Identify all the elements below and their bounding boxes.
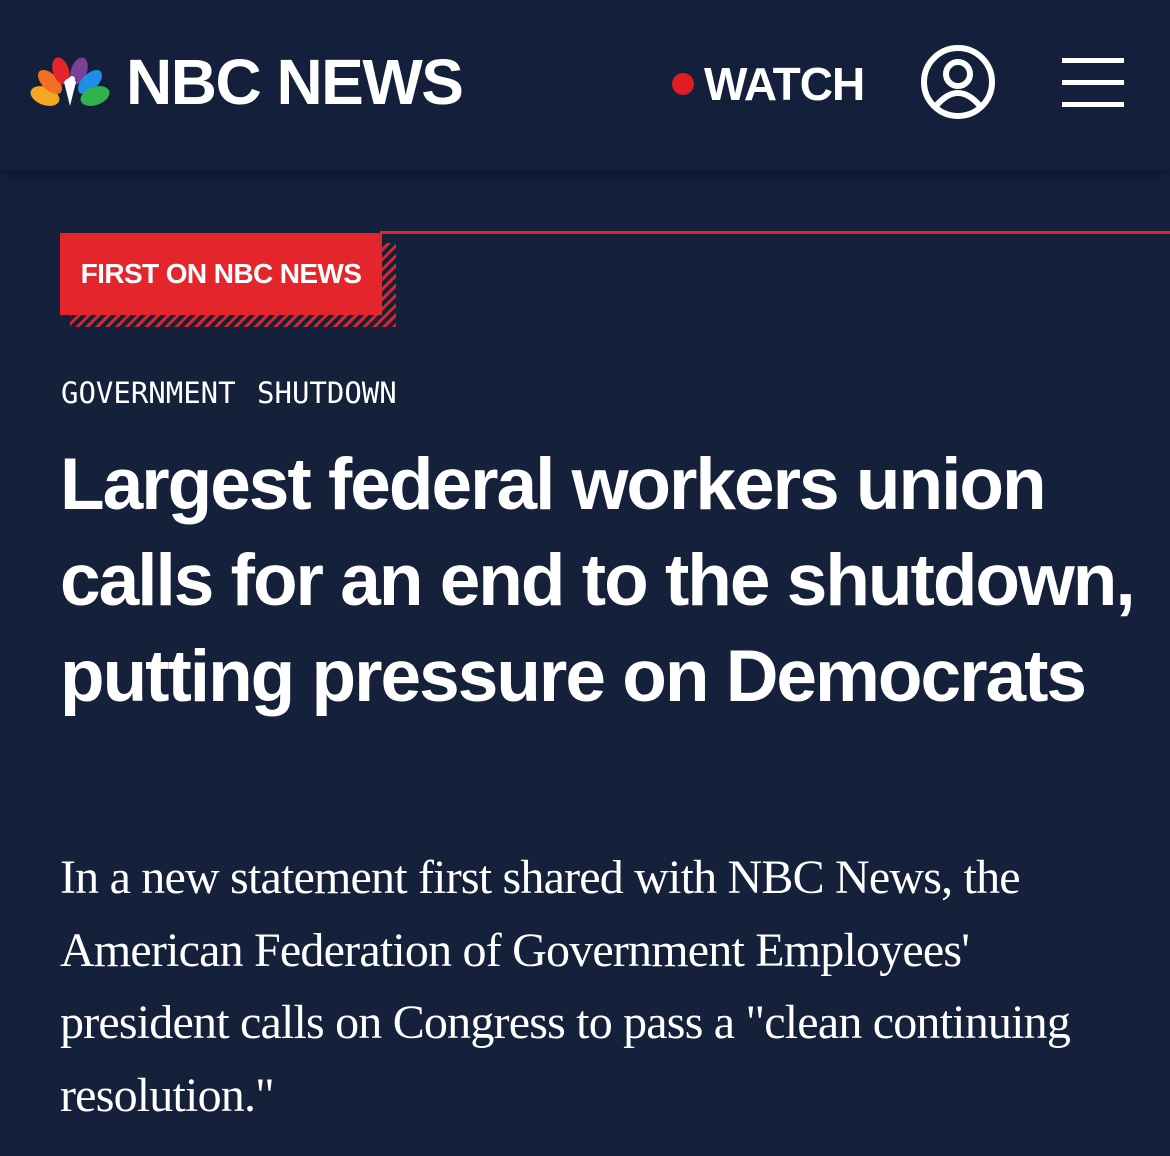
site-header: NBC NEWS WATCH xyxy=(0,0,1170,170)
site-logo[interactable]: NBC NEWS xyxy=(28,46,464,118)
menu-bar xyxy=(1062,102,1124,107)
article-dek: In a new statement first shared with NBC… xyxy=(60,851,1071,1122)
live-dot-icon xyxy=(672,73,694,95)
exclusive-tag[interactable]: FIRST ON NBC NEWS xyxy=(60,233,396,327)
tag-label: FIRST ON NBC NEWS xyxy=(80,258,362,289)
nbc-peacock-icon xyxy=(30,57,110,106)
menu-bar xyxy=(1062,58,1124,63)
hamburger-menu-icon[interactable] xyxy=(1062,58,1124,108)
watch-label: WATCH xyxy=(704,58,865,110)
brand-wordmark: NBC NEWS xyxy=(126,46,464,118)
tag-box: FIRST ON NBC NEWS xyxy=(60,233,382,315)
user-account-icon[interactable] xyxy=(920,44,996,120)
menu-bar xyxy=(1062,80,1124,85)
tag-divider-rule xyxy=(380,231,1170,234)
article-headline: Largest federal workers union calls for … xyxy=(60,444,1136,717)
section-label[interactable]: GOVERNMENT SHUTDOWN xyxy=(61,376,397,410)
watch-live-button[interactable]: WATCH xyxy=(672,58,865,110)
article-page: NBC NEWS WATCH FIRST ON NBC NEWS GOVERNM… xyxy=(0,0,1170,1156)
